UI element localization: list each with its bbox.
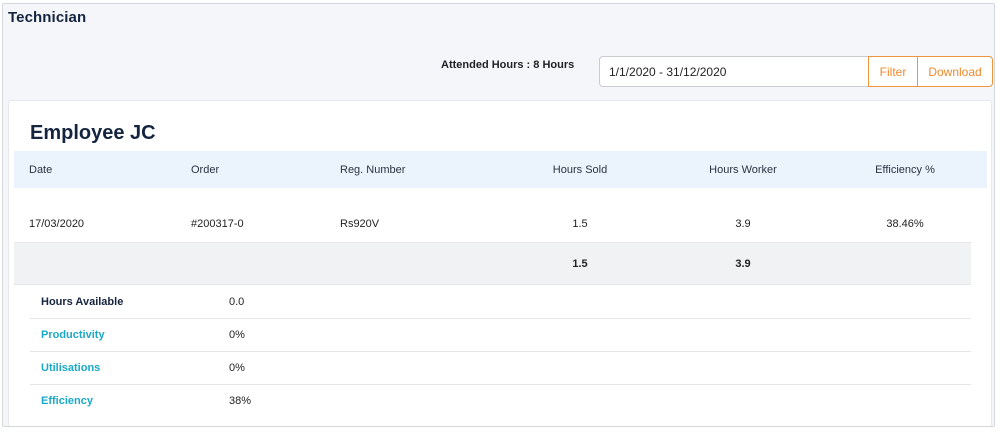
metric-hours-available: Hours Available 0.0: [30, 286, 971, 319]
header-date: Date: [29, 164, 53, 176]
reg-number-link[interactable]: Rs920V: [340, 218, 379, 230]
row-date: 17/03/2020: [29, 218, 85, 230]
row-hours-worker: 3.9: [735, 218, 751, 230]
metric-efficiency: Efficiency 38%: [30, 385, 971, 418]
employee-name: Employee JC: [30, 122, 156, 144]
filter-button[interactable]: Filter: [868, 56, 918, 87]
metric-label: Efficiency: [41, 395, 93, 407]
row-efficiency: 38.46%: [886, 218, 924, 230]
metrics-list: Hours Available 0.0 Productivity 0% Util…: [30, 286, 971, 418]
header-hours-worker: Hours Worker: [709, 164, 777, 176]
employee-card: Employee JC Date Order Reg. Number Hours…: [8, 100, 992, 426]
table-row: 17/03/2020 #200317-0 Rs920V 1.5 3.9 38.4…: [14, 205, 971, 242]
technician-panel: Technician Attended Hours : 8 Hours Filt…: [2, 3, 995, 427]
page-title: Technician: [8, 9, 87, 26]
attended-hours: Attended Hours : 8 Hours: [441, 59, 575, 71]
metric-value: 0.0: [229, 296, 245, 308]
header-hours-sold: Hours Sold: [552, 164, 608, 176]
totals-row: 1.5 3.9: [14, 242, 971, 285]
metric-label: Productivity: [41, 329, 105, 341]
order-link[interactable]: #200317-0: [191, 218, 244, 230]
download-button[interactable]: Download: [917, 56, 993, 87]
metric-label: Hours Available: [41, 296, 124, 308]
header-order: Order: [191, 164, 220, 176]
metric-utilisations: Utilisations 0%: [30, 352, 971, 385]
total-hours-sold: 1.5: [572, 258, 588, 270]
date-range-input[interactable]: [599, 56, 868, 87]
row-hours-sold: 1.5: [572, 218, 588, 230]
metric-value: 38%: [229, 395, 252, 407]
header-efficiency: Efficiency %: [875, 164, 935, 176]
table-header: Date Order Reg. Number Hours Sold Hours …: [14, 151, 987, 188]
metric-label: Utilisations: [41, 362, 101, 374]
metric-value: 0%: [229, 362, 245, 374]
metric-productivity: Productivity 0%: [30, 319, 971, 352]
metric-value: 0%: [229, 329, 245, 341]
header-reg-number: Reg. Number: [340, 164, 406, 176]
total-hours-worker: 3.9: [735, 258, 751, 270]
